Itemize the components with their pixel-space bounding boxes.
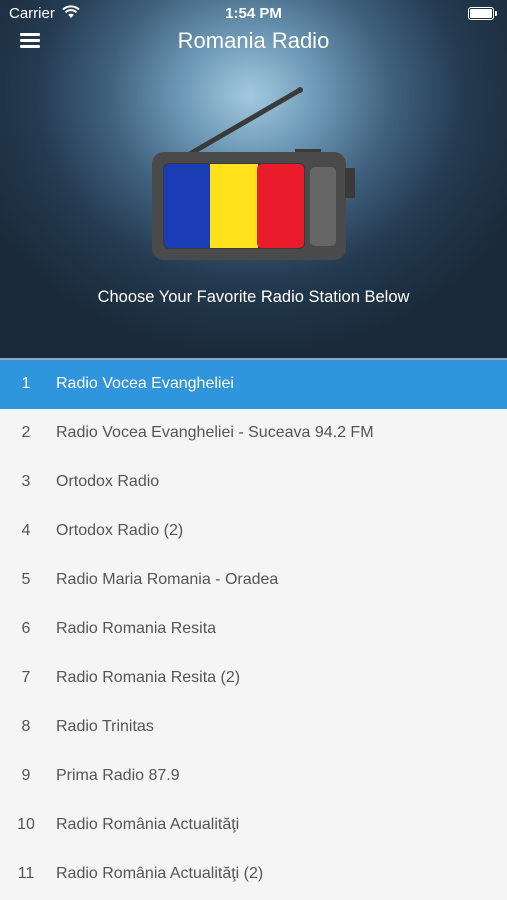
station-name: Radio România Actualităţi (2) <box>56 865 264 882</box>
station-name: Ortodox Radio (2) <box>56 522 184 539</box>
station-name: Radio Vocea Evangheliei - Suceava 94.2 F… <box>56 424 374 441</box>
station-name: Radio Trinitas <box>56 718 154 735</box>
station-row[interactable]: 2 Radio Vocea Evangheliei - Suceava 94.2 … <box>0 409 507 458</box>
station-row[interactable]: 1 Radio Vocea Evangheliei <box>0 360 507 409</box>
station-row[interactable]: 4 Ortodox Radio (2) <box>0 507 507 556</box>
station-name: Radio Romania Resita (2) <box>56 669 241 686</box>
station-number: 6 <box>21 620 31 637</box>
station-number: 1 <box>21 375 31 392</box>
station-row[interactable]: 10 Radio România Actualităţi <box>0 801 507 850</box>
station-number: 3 <box>21 473 31 490</box>
station-number: 7 <box>21 669 31 686</box>
station-name: Prima Radio 87.9 <box>56 767 180 784</box>
station-name: Radio Romania Resita <box>56 620 217 637</box>
header-banner: Carrier 1:54 PM Romania Radio Choose You… <box>0 0 507 358</box>
station-number: 5 <box>21 571 31 588</box>
station-row[interactable]: 6 Radio Romania Resita <box>0 605 507 654</box>
station-number: 8 <box>21 718 31 735</box>
status-bar: Carrier 1:54 PM <box>0 0 507 26</box>
subtitle: Choose Your Favorite Radio Station Below <box>97 288 410 306</box>
station-row[interactable]: 7 Radio Romania Resita (2) <box>0 654 507 703</box>
battery-icon <box>468 7 497 20</box>
station-name: Ortodox Radio <box>56 473 160 490</box>
clock: 1:54 PM <box>225 5 282 22</box>
station-number: 11 <box>17 865 35 882</box>
station-name: Radio Vocea Evangheliei <box>56 375 234 392</box>
station-row[interactable]: 9 Prima Radio 87.9 <box>0 752 507 801</box>
station-name: Radio România Actualităţi <box>56 816 240 833</box>
station-number: 2 <box>21 424 31 441</box>
station-row[interactable]: 3 Ortodox Radio <box>0 458 507 507</box>
radio-flag-icon <box>152 87 355 260</box>
station-name: Radio Maria Romania - Oradea <box>56 571 279 588</box>
station-row[interactable]: 5 Radio Maria Romania - Oradea <box>0 556 507 605</box>
station-number: 10 <box>17 816 35 833</box>
station-row[interactable]: 11 Radio România Actualităţi (2) <box>0 850 507 899</box>
station-list: 1 Radio Vocea Evangheliei 2 Radio Vocea Eva… <box>0 360 507 899</box>
station-number: 9 <box>21 767 31 784</box>
station-number: 4 <box>21 522 31 539</box>
page-title: Romania Radio <box>177 28 330 53</box>
nav-bar: Romania Radio <box>0 26 507 56</box>
station-row[interactable]: 8 Radio Trinitas <box>0 703 507 752</box>
